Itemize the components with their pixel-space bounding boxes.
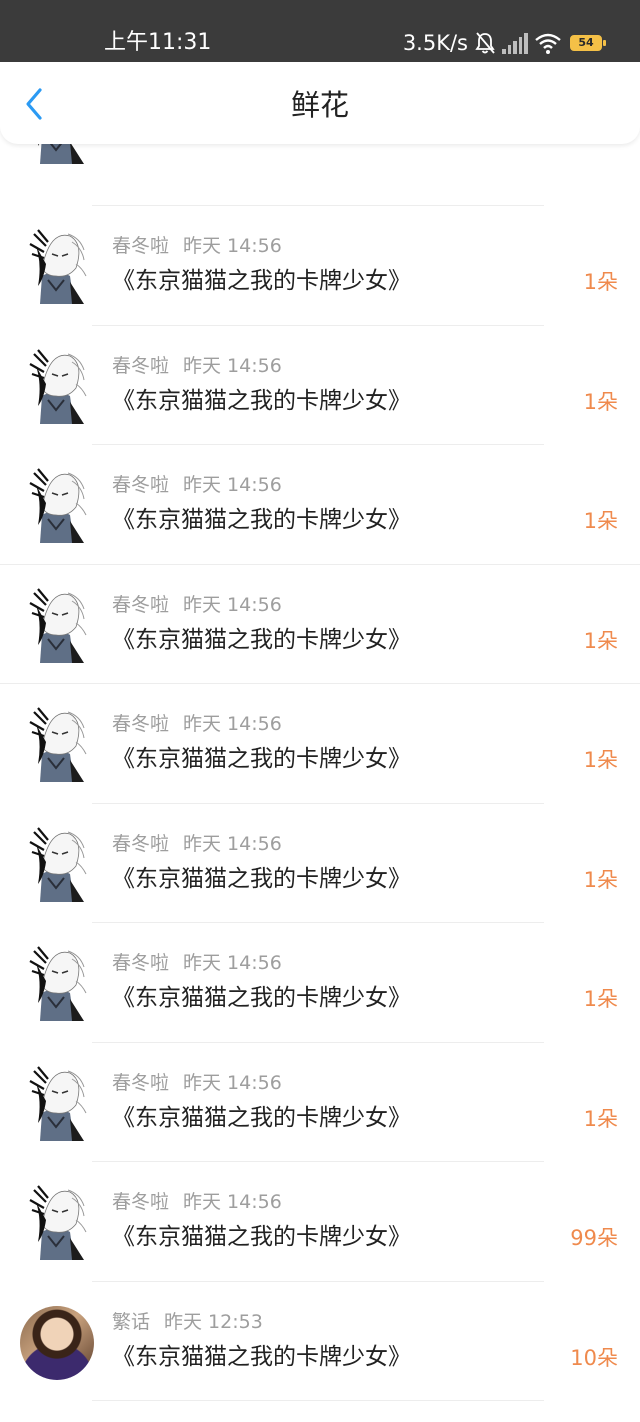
username[interactable]: 春冬啦 — [112, 1191, 169, 1213]
flower-count: 1朵 — [583, 389, 618, 414]
book-title[interactable]: 《东京猫猫之我的卡牌少女》 — [112, 625, 411, 655]
battery-icon: 54 — [570, 35, 606, 51]
item-meta: 春冬啦 昨天 14:56 — [112, 712, 282, 736]
timestamp: 昨天 14:56 — [183, 952, 282, 974]
flower-count: 1朵 — [583, 509, 618, 533]
status-bar: 上午11:31 3.5K/s 54 — [0, 0, 640, 62]
timestamp: 昨天 14:56 — [183, 593, 282, 616]
username[interactable]: 春冬啦 — [112, 235, 169, 257]
avatar[interactable] — [22, 224, 92, 304]
username[interactable]: 春冬啦 — [112, 355, 169, 377]
avatar[interactable] — [22, 343, 92, 424]
book-title[interactable]: 《东京猫猫之我的卡牌少女》 — [112, 1103, 411, 1133]
username[interactable]: 繁话 — [112, 1311, 150, 1333]
book-title[interactable]: 《东京猫猫之我的卡牌少女》 — [112, 983, 411, 1013]
status-icons: 3.5K/s 54 — [402, 29, 606, 57]
list-item[interactable]: 春冬啦 昨天 14:56 《东京猫猫之我的卡牌少女》 99朵 — [0, 1162, 640, 1282]
page-title: 鲜花 — [290, 88, 349, 122]
timestamp: 昨天 14:56 — [183, 235, 282, 257]
wifi-icon — [535, 33, 561, 54]
timestamp: 昨天 14:56 — [183, 1191, 282, 1213]
avatar[interactable] — [22, 702, 92, 782]
book-title[interactable]: 《东京猫猫之我的卡牌少女》 — [112, 266, 411, 296]
flower-count: 1朵 — [583, 987, 618, 1011]
flower-count: 1朵 — [583, 628, 618, 653]
username[interactable]: 春冬啦 — [112, 833, 169, 855]
list-item[interactable]: 春冬啦 昨天 14:56 《东京猫猫之我的卡牌少女》 1朵 — [0, 326, 640, 446]
book-title[interactable]: 《东京猫猫之我的卡牌少女》 — [112, 1222, 411, 1252]
username[interactable]: 春冬啦 — [112, 952, 169, 974]
flower-count: 1朵 — [583, 1106, 618, 1131]
list-item[interactable]: 春冬啦 昨天 14:56 《东京猫猫之我的卡牌少女》 1朵 — [0, 565, 640, 684]
avatar[interactable] — [22, 941, 92, 1021]
flower-list: 《东京猫猫之我的卡牌少女》1朵 春冬啦昨天 14:56《东京猫猫之我的卡牌少女》… — [0, 84, 640, 1402]
network-speed: 3.5K/s — [402, 31, 468, 55]
book-title[interactable]: 《东京猫猫之我的卡牌少女》 — [112, 505, 411, 535]
list-item[interactable]: 春冬啦 昨天 14:56 《东京猫猫之我的卡牌少女》 1朵 — [0, 206, 640, 326]
item-meta: 春冬啦 昨天 14:56 — [112, 1190, 282, 1214]
item-meta: 春冬啦 昨天 14:56 — [112, 234, 282, 258]
status-time: 上午11:31 — [104, 30, 212, 55]
list-item[interactable]: 春冬啦 昨天 14:56 《东京猫猫之我的卡牌少女》 1朵 — [0, 804, 640, 924]
timestamp: 昨天 14:56 — [183, 474, 282, 496]
list-item[interactable]: 繁话 昨天 12:53 《东京猫猫之我的卡牌少女》 10朵 — [0, 1282, 640, 1402]
list-item[interactable]: 春冬啦 昨天 14:56 《东京猫猫之我的卡牌少女》 1朵 — [0, 923, 640, 1043]
flower-count: 10朵 — [570, 1345, 618, 1370]
book-title[interactable]: 《东京猫猫之我的卡牌少女》 — [112, 1342, 411, 1372]
list-item[interactable]: 春冬啦 昨天 14:56 《东京猫猫之我的卡牌少女》 1朵 — [0, 684, 640, 804]
avatar[interactable] — [22, 1060, 92, 1141]
timestamp: 昨天 12:53 — [164, 1310, 263, 1333]
item-meta: 春冬啦 昨天 14:56 — [112, 951, 282, 975]
avatar[interactable] — [22, 821, 92, 902]
item-meta: 春冬啦 昨天 14:56 — [112, 832, 282, 856]
avatar[interactable] — [22, 1180, 92, 1260]
timestamp: 昨天 14:56 — [183, 1071, 282, 1094]
item-meta: 春冬啦 昨天 14:56 — [112, 1071, 282, 1095]
item-meta: 繁话 昨天 12:53 — [112, 1310, 263, 1334]
bell-off-icon — [475, 32, 495, 54]
timestamp: 昨天 14:56 — [183, 832, 282, 855]
username[interactable]: 春冬啦 — [112, 1072, 169, 1094]
item-meta: 春冬啦 昨天 14:56 — [112, 593, 282, 617]
item-meta: 春冬啦 昨天 14:56 — [112, 473, 282, 497]
book-title[interactable]: 《东京猫猫之我的卡牌少女》 — [112, 744, 411, 774]
timestamp: 昨天 14:56 — [183, 713, 282, 735]
signal-icon — [502, 32, 528, 54]
timestamp: 昨天 14:56 — [183, 354, 282, 377]
book-title[interactable]: 《东京猫猫之我的卡牌少女》 — [112, 864, 411, 894]
avatar[interactable] — [22, 582, 92, 663]
flower-count: 1朵 — [583, 867, 618, 892]
username[interactable]: 春冬啦 — [112, 594, 169, 616]
flower-count: 99朵 — [570, 1226, 618, 1250]
navigation-bar: 鲜花 — [0, 62, 640, 144]
flower-count: 1朵 — [583, 270, 618, 294]
item-meta: 春冬啦 昨天 14:56 — [112, 354, 282, 378]
username[interactable]: 春冬啦 — [112, 713, 169, 735]
battery-level: 54 — [578, 36, 594, 49]
avatar[interactable] — [20, 1305, 94, 1380]
username[interactable]: 春冬啦 — [112, 474, 169, 496]
list-item[interactable]: 春冬啦 昨天 14:56 《东京猫猫之我的卡牌少女》 1朵 — [0, 445, 640, 565]
avatar[interactable] — [22, 463, 92, 543]
list-item[interactable]: 春冬啦 昨天 14:56 《东京猫猫之我的卡牌少女》 1朵 — [0, 1043, 640, 1163]
flower-count: 1朵 — [583, 748, 618, 772]
book-title[interactable]: 《东京猫猫之我的卡牌少女》 — [112, 386, 411, 416]
